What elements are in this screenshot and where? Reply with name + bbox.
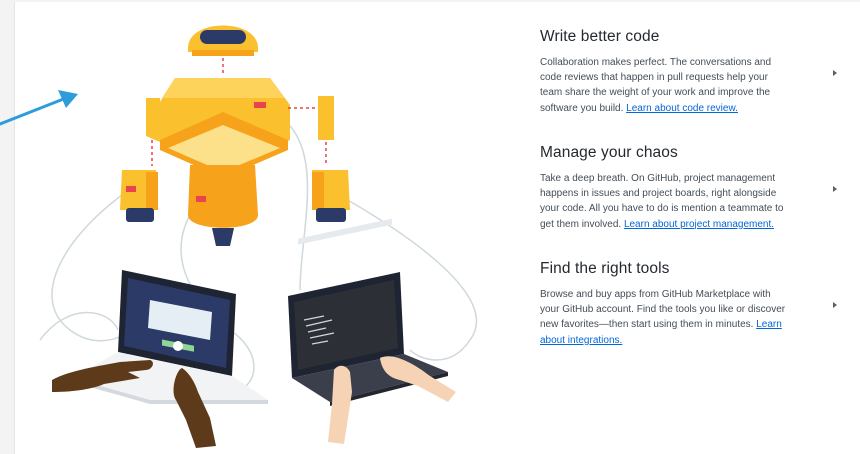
- learn-code-review-link[interactable]: Learn about code review.: [626, 103, 738, 114]
- feature-integrations: Find the right tools Browse and buy apps…: [540, 260, 840, 376]
- collaboration-illustration: [39, 25, 478, 448]
- feature-code-review: Write better code Collaboration makes pe…: [540, 28, 840, 144]
- chevron-right-icon[interactable]: [833, 186, 837, 192]
- feature-description: Collaboration makes perfect. The convers…: [540, 57, 772, 114]
- feature-title: Manage your chaos: [540, 144, 678, 161]
- robot-head: [188, 25, 258, 56]
- feature-title: Find the right tools: [540, 260, 670, 277]
- feature-description: Browse and buy apps from GitHub Marketpl…: [540, 289, 786, 346]
- learn-project-management-link[interactable]: Learn about project management.: [624, 219, 774, 230]
- feature-title: Write better code: [540, 28, 660, 45]
- robot-left-arm: [120, 98, 160, 222]
- feature-project-management: Manage your chaos Take a deep breath. On…: [540, 144, 840, 260]
- feature-list: Write better code Collaboration makes pe…: [540, 28, 840, 376]
- robot-lower-body: [188, 165, 258, 246]
- chevron-right-icon[interactable]: [833, 302, 837, 308]
- robot-right-arm: [288, 96, 350, 222]
- robot-torso: [158, 78, 290, 178]
- feature-description: Take a deep breath. On GitHub, project m…: [540, 173, 784, 230]
- chevron-right-icon[interactable]: [833, 70, 837, 76]
